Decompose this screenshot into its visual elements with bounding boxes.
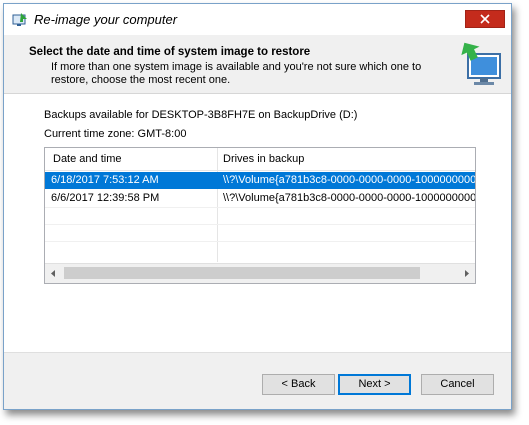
column-header-drives[interactable]: Drives in backup bbox=[223, 153, 304, 165]
cancel-button[interactable]: Cancel bbox=[421, 374, 494, 395]
scroll-left-icon[interactable] bbox=[45, 264, 62, 283]
window-title: Re-image your computer bbox=[34, 12, 178, 27]
title-bar: Re-image your computer bbox=[4, 4, 511, 35]
horizontal-scrollbar[interactable] bbox=[45, 263, 475, 283]
reimage-dialog: Re-image your computer Select the date a… bbox=[3, 3, 512, 410]
row-drives: \\?\Volume{a781b3c8-0000-0000-0000-10000… bbox=[223, 192, 475, 204]
header-title: Select the date and time of system image… bbox=[29, 46, 311, 58]
row-separator bbox=[45, 241, 475, 242]
close-button[interactable] bbox=[465, 10, 505, 28]
header-panel: Select the date and time of system image… bbox=[4, 35, 511, 94]
row-separator bbox=[45, 224, 475, 225]
column-header-date[interactable]: Date and time bbox=[53, 153, 121, 165]
list-header: Date and time Drives in backup bbox=[45, 148, 475, 171]
button-bar: < Back Next > Cancel bbox=[4, 352, 511, 409]
back-button[interactable]: < Back bbox=[262, 374, 335, 395]
backups-available-label: Backups available for DESKTOP-3B8FH7E on… bbox=[44, 109, 358, 121]
table-row[interactable]: 6/18/2017 7:53:12 AM \\?\Volume{a781b3c8… bbox=[45, 172, 475, 189]
table-row[interactable]: 6/6/2017 12:39:58 PM \\?\Volume{a781b3c8… bbox=[45, 190, 475, 207]
reimage-app-icon bbox=[12, 12, 28, 28]
row-date: 6/6/2017 12:39:58 PM bbox=[51, 192, 160, 204]
timezone-label: Current time zone: GMT-8:00 bbox=[44, 128, 187, 140]
computer-restore-icon bbox=[460, 38, 504, 88]
scroll-right-icon[interactable] bbox=[458, 264, 475, 283]
close-icon bbox=[480, 14, 490, 24]
row-drives: \\?\Volume{a781b3c8-0000-0000-0000-10000… bbox=[223, 174, 475, 186]
scroll-thumb[interactable] bbox=[64, 267, 420, 279]
row-separator bbox=[45, 207, 475, 208]
row-date: 6/18/2017 7:53:12 AM bbox=[51, 174, 159, 186]
header-description: If more than one system image is availab… bbox=[51, 61, 422, 86]
backup-list[interactable]: Date and time Drives in backup 6/18/2017… bbox=[44, 147, 476, 284]
next-button[interactable]: Next > bbox=[338, 374, 411, 395]
